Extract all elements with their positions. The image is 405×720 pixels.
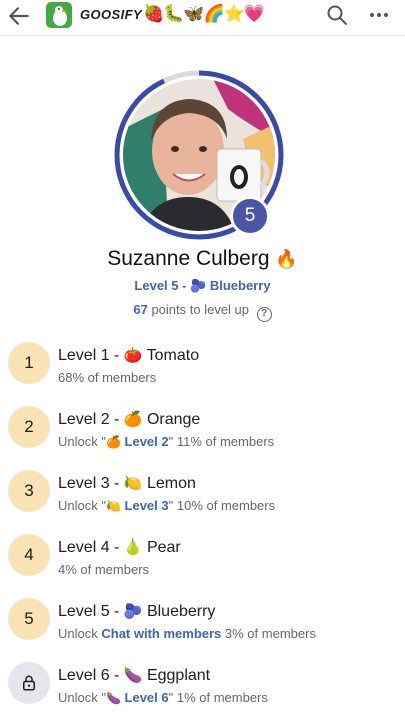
lock-icon <box>8 662 50 704</box>
level-subtitle: Unlock Chat with members 3% of members <box>58 626 316 641</box>
level-number-circle: 2 <box>8 406 50 448</box>
level-subtitle: Unlock "🍋 Level 3" 10% of members <box>58 498 276 513</box>
unlock-link[interactable]: Level 2 <box>121 434 169 449</box>
level-subtitle: Unlock "🍊 Level 2" 11% of members <box>58 434 275 449</box>
level-item-2[interactable]: 2 Level 2 - 🍊 Orange Unlock "🍊 Level 2" … <box>0 400 405 460</box>
brand-emoji-trail: 🍓🐛🦋🌈⭐💗 <box>143 4 265 24</box>
level-number-circle: 4 <box>8 534 50 576</box>
help-icon[interactable]: ? <box>256 307 272 322</box>
pear-icon: 🍐 <box>123 538 143 556</box>
points-to-level-up: 67 points to level up ? <box>0 302 405 322</box>
level-title: Level 1 - 🍅 Tomato <box>58 346 200 364</box>
level-item-6[interactable]: Level 6 - 🍆 Eggplant Unlock "🍆 Level 6" … <box>0 656 405 716</box>
arrow-left-icon[interactable] <box>6 3 32 29</box>
blueberry-icon: 🫐 <box>123 602 143 620</box>
points-number: 67 <box>133 302 148 317</box>
more-horizontal-icon[interactable] <box>367 3 391 27</box>
fire-icon: 🔥 <box>275 249 298 270</box>
level-item-4[interactable]: 4 Level 4 - 🍐 Pear 4% of members <box>0 528 405 588</box>
level-item-3[interactable]: 3 Level 3 - 🍋 Lemon Unlock "🍋 Level 3" 1… <box>0 464 405 524</box>
level-title: Level 5 - 🫐 Blueberry <box>58 602 216 620</box>
goose-logo-icon[interactable] <box>46 2 72 28</box>
level-number-circle: 5 <box>8 598 50 640</box>
current-level-link[interactable]: Level 5 - 🫐 Blueberry <box>0 278 405 294</box>
search-icon[interactable] <box>325 3 349 27</box>
level-subtitle: 4% of members <box>58 562 150 577</box>
orange-icon: 🍊 <box>123 410 143 428</box>
app-name: GOOSIFY <box>80 7 143 22</box>
level-title: Level 4 - 🍐 Pear <box>58 538 181 556</box>
level-subtitle: Unlock "🍆 Level 6" 1% of members <box>58 690 268 705</box>
level-number-circle: 1 <box>8 342 50 384</box>
lemon-icon: 🍋 <box>123 474 143 492</box>
unlock-link[interactable]: Level 3 <box>121 498 169 513</box>
level-item-1[interactable]: 1 Level 1 - 🍅 Tomato 68% of members <box>0 336 405 396</box>
profile-name: Suzanne Culberg 🔥 <box>0 247 405 271</box>
chat-with-members-link[interactable]: Chat with members <box>101 626 221 641</box>
tomato-icon: 🍅 <box>123 346 143 364</box>
level-title: Level 6 - 🍆 Eggplant <box>58 666 211 684</box>
level-title: Level 2 - 🍊 Orange <box>58 410 201 428</box>
points-text: points to level up <box>147 302 250 317</box>
eggplant-icon: 🍆 <box>123 666 143 684</box>
level-title: Level 3 - 🍋 Lemon <box>58 474 196 492</box>
top-bar: GOOSIFY 🍓🐛🦋🌈⭐💗 <box>0 0 405 36</box>
level-badge: 5 <box>230 196 270 236</box>
unlock-link[interactable]: Level 6 <box>121 690 169 705</box>
profile-name-text: Suzanne Culberg <box>107 247 270 270</box>
level-subtitle: 68% of members <box>58 370 157 385</box>
level-number-circle: 3 <box>8 470 50 512</box>
level-item-5[interactable]: 5 Level 5 - 🫐 Blueberry Unlock Chat with… <box>0 592 405 652</box>
